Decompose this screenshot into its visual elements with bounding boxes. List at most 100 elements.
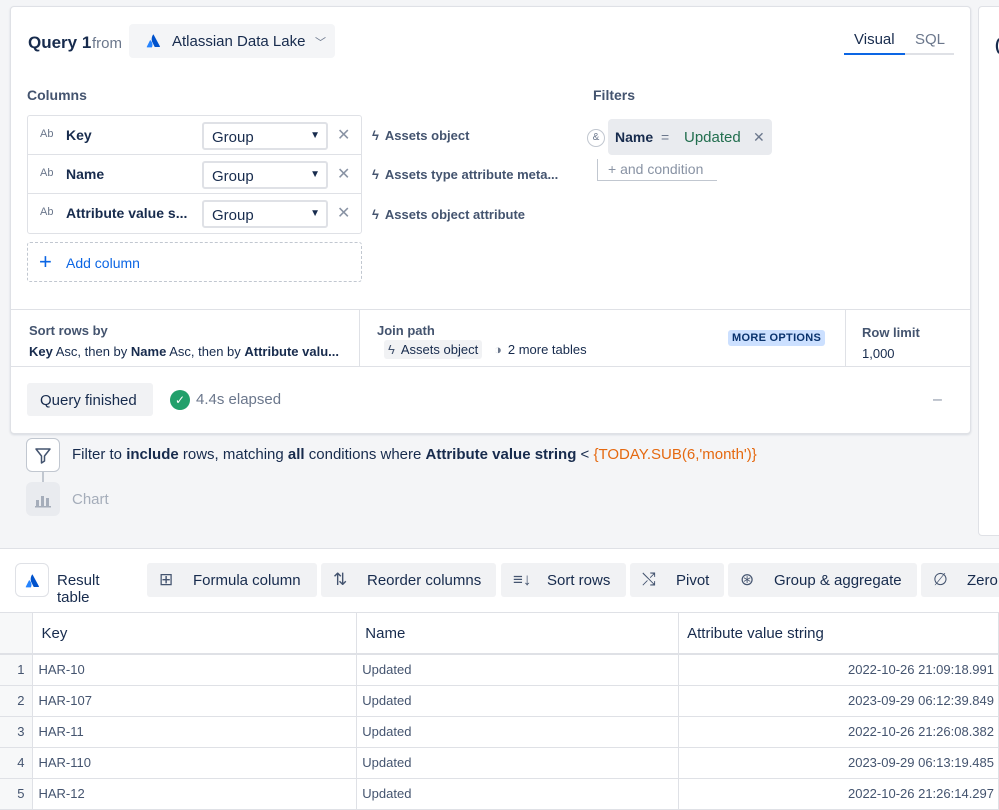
table-cell[interactable]: 2023-09-29 06:13:19.485	[678, 747, 999, 779]
data-source-dropdown[interactable]: Atlassian Data Lake ﹀	[129, 24, 335, 58]
table-cell[interactable]: HAR-11	[32, 716, 358, 748]
data-source-label: Atlassian Data Lake	[172, 33, 306, 50]
query-editor-area: Query 1 from Atlassian Data Lake ﹀ Visua…	[0, 0, 999, 548]
table-cell[interactable]: Updated	[356, 685, 680, 717]
table-cell[interactable]: Updated	[356, 654, 680, 686]
filter-mode: include	[126, 446, 179, 463]
tab-sql[interactable]: SQL	[915, 31, 945, 48]
query-status-bar: Query finished ✓ 4.4s elapsed –	[11, 367, 970, 433]
sort-rows-label: Sort rows	[547, 572, 611, 589]
join-table-chip: ϟ Assets object	[384, 340, 483, 359]
table-cell[interactable]: 2023-09-29 06:12:39.849	[678, 685, 999, 717]
column-row[interactable]: Ab Name Group ▼ ✕	[28, 155, 361, 194]
collapse-button[interactable]: –	[933, 391, 942, 409]
sort-icon: ≡↓	[513, 570, 532, 589]
zero-button[interactable]: ∅ Zero	[921, 563, 999, 597]
row-number: 1	[0, 654, 34, 686]
table-row[interactable]: 5 HAR-12 Updated 2022-10-26 21:26:14.297	[0, 778, 999, 810]
table-row[interactable]: 2 HAR-107 Updated 2023-09-29 06:12:39.84…	[0, 685, 999, 717]
filter-field: Name	[615, 129, 654, 145]
column-header[interactable]: Name	[356, 613, 680, 655]
query-title[interactable]: Query 1	[28, 33, 91, 53]
reorder-columns-button[interactable]: ⇅ Reorder columns	[321, 563, 496, 597]
reorder-columns-label: Reorder columns	[367, 572, 482, 589]
and-condition-button[interactable]: + and condition	[608, 161, 703, 177]
result-table-label: Result table	[57, 572, 100, 606]
formula-column-button[interactable]: ⊞ Formula column	[147, 563, 317, 597]
lightning-icon: ϟ	[372, 167, 379, 182]
table-row[interactable]: 3 HAR-11 Updated 2022-10-26 21:26:08.382	[0, 716, 999, 748]
remove-column-icon[interactable]: ✕	[337, 203, 350, 223]
bar-chart-icon	[35, 496, 51, 508]
more-tables[interactable]: ◑ 2 more tables	[494, 342, 587, 357]
filter-step-description[interactable]: Filter to include rows, matching all con…	[72, 446, 757, 463]
table-cell[interactable]: HAR-107	[32, 685, 358, 717]
table-cell[interactable]: HAR-12	[32, 778, 358, 810]
table-cell[interactable]: HAR-110	[32, 747, 358, 779]
zero-label: Zero	[967, 572, 998, 589]
sort-rows-button[interactable]: ≡↓ Sort rows	[501, 563, 626, 597]
toggle-icon: ◑	[494, 342, 502, 357]
chart-step-button[interactable]	[26, 482, 60, 516]
group-aggregate-button[interactable]: ⊛ Group & aggregate	[728, 563, 917, 597]
chart-step-label[interactable]: Chart	[72, 491, 109, 508]
table-cell[interactable]: Updated	[356, 747, 680, 779]
column-source-label: Assets object attribute	[384, 207, 526, 222]
more-tables-label: 2 more tables	[507, 342, 587, 357]
atlassian-logo-icon	[25, 574, 39, 588]
aggregation-value: Group	[212, 129, 254, 146]
table-cell[interactable]: 2022-10-26 21:26:08.382	[678, 716, 999, 748]
pivot-button[interactable]: ⤭ Pivot	[630, 563, 724, 597]
aggregation-select[interactable]: Group ▼	[202, 200, 328, 228]
remove-column-icon[interactable]: ✕	[337, 125, 350, 145]
column-header[interactable]: Attribute value string	[678, 613, 999, 655]
row-limit-section[interactable]: Row limit 1,000	[846, 310, 970, 366]
conjunction-badge[interactable]: &	[587, 129, 605, 147]
sort-rows-heading: Sort rows by	[29, 323, 108, 338]
filter-chip[interactable]: Name = Updated ✕	[608, 119, 772, 155]
more-options-badge[interactable]: MORE OPTIONS	[728, 330, 826, 346]
step-connector	[42, 472, 44, 482]
remove-column-icon[interactable]: ✕	[337, 164, 350, 184]
table-cell[interactable]: Updated	[356, 716, 680, 748]
filter-value: Updated	[684, 129, 741, 146]
sort-rows-section[interactable]: Sort rows by Key Asc, then by Name Asc, …	[11, 310, 360, 366]
query-finished-button[interactable]: Query finished	[27, 383, 153, 416]
tab-visual[interactable]: Visual	[854, 31, 895, 48]
sort-field: Name	[130, 344, 167, 359]
row-limit-value: 1,000	[862, 346, 895, 361]
column-source: ϟ Assets type attribute meta...	[372, 167, 558, 182]
table-cell[interactable]: Updated	[356, 778, 680, 810]
row-number: 3	[0, 716, 34, 748]
table-cell[interactable]: 2022-10-26 21:09:18.991	[678, 654, 999, 686]
column-source: ϟ Assets object	[372, 128, 469, 143]
aggregation-select[interactable]: Group ▼	[202, 122, 328, 150]
side-panel-glyph: (	[995, 37, 999, 55]
table-cell[interactable]: 2022-10-26 21:26:14.297	[678, 778, 999, 810]
formula-column-icon: ⊞	[159, 570, 174, 589]
join-path-section[interactable]: Join path ϟ Assets object ◑ 2 more tables …	[360, 310, 846, 366]
column-header[interactable]: Key	[32, 613, 358, 655]
join-table-label: Assets object	[400, 342, 479, 357]
chevron-down-icon: ▼	[310, 130, 320, 141]
check-circle-icon: ✓	[170, 390, 190, 410]
filter-funnel-icon	[35, 448, 51, 464]
add-column-button[interactable]: + Add column	[27, 242, 362, 282]
table-row[interactable]: 1 HAR-10 Updated 2022-10-26 21:09:18.991	[0, 654, 999, 686]
filter-step-button[interactable]	[26, 438, 60, 472]
remove-filter-icon[interactable]: ✕	[753, 129, 765, 146]
result-table-tab[interactable]: Result table	[15, 563, 133, 606]
from-label: from	[92, 35, 122, 52]
text-type-icon: Ab	[40, 206, 54, 218]
group-icon: ⊛	[740, 570, 755, 589]
column-row[interactable]: Ab Key Group ▼ ✕	[28, 116, 361, 155]
filter-match: all	[287, 446, 305, 463]
column-name: Attribute value s...	[66, 205, 188, 221]
aggregation-select[interactable]: Group ▼	[202, 161, 328, 189]
table-row[interactable]: 4 HAR-110 Updated 2023-09-29 06:13:19.48…	[0, 747, 999, 779]
text-type-icon: Ab	[40, 167, 54, 179]
zero-icon: ∅	[933, 570, 948, 589]
filter-field-name: Attribute value string	[425, 446, 577, 463]
column-row[interactable]: Ab Attribute value s... Group ▼ ✕	[28, 194, 361, 233]
table-cell[interactable]: HAR-10	[32, 654, 358, 686]
